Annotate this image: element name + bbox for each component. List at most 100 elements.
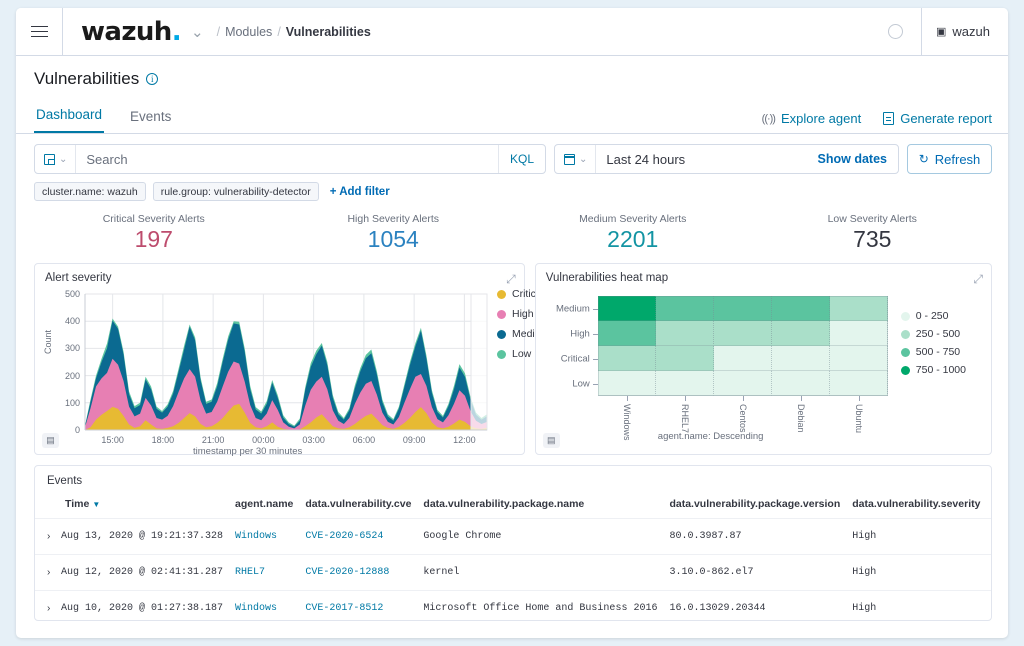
heatmap-legend-item[interactable]: 500 - 750 xyxy=(901,346,966,358)
date-range-value[interactable]: Last 24 hours xyxy=(596,152,817,167)
heatmap-cell[interactable] xyxy=(598,346,656,371)
metric-critical-severity-alerts[interactable]: Critical Severity Alerts 197 xyxy=(34,213,274,253)
expand-row-icon[interactable]: › xyxy=(47,531,50,542)
heatmap-cell[interactable] xyxy=(714,371,772,396)
filter-pill-cluster-name[interactable]: cluster.name: wazuh xyxy=(34,182,146,201)
heatmap-cell[interactable] xyxy=(830,371,888,396)
inspect-button[interactable]: ▤ xyxy=(543,433,560,448)
search-input[interactable] xyxy=(76,145,498,173)
breadcrumb-slash-2: / xyxy=(277,25,280,39)
heatmap-cell[interactable] xyxy=(772,321,830,346)
cell-cve: CVE-2020-12888 xyxy=(299,555,417,591)
top-navigation-right: ▣ wazuh xyxy=(870,8,1008,55)
cell-rule-id: 23505 xyxy=(986,591,992,622)
hamburger-menu-icon[interactable] xyxy=(16,8,62,55)
calendar-button[interactable]: ⌄ xyxy=(555,145,596,173)
cell-severity: High xyxy=(846,519,986,555)
heatmap-cell[interactable] xyxy=(830,321,888,346)
heatmap-cell[interactable] xyxy=(598,296,656,321)
heatmap-row-label: High xyxy=(536,328,590,339)
generate-report-button[interactable]: Generate report xyxy=(883,111,992,126)
agent-link[interactable]: RHEL7 xyxy=(235,567,265,578)
expand-icon[interactable]: ⤢ xyxy=(973,272,983,287)
legend-color-swatch xyxy=(497,350,506,359)
heatmap-cell[interactable] xyxy=(656,321,714,346)
metric-medium-severity-alerts[interactable]: Medium Severity Alerts 2201 xyxy=(513,213,753,253)
show-dates-button[interactable]: Show dates xyxy=(818,152,898,166)
heatmap-cell[interactable] xyxy=(656,371,714,396)
breadcrumb-modules[interactable]: Modules xyxy=(225,25,272,39)
panel-title: Alert severity xyxy=(35,264,524,284)
heatmap-cell[interactable] xyxy=(772,296,830,321)
expand-icon[interactable]: ⤢ xyxy=(506,272,516,287)
heatmap-cell[interactable] xyxy=(830,346,888,371)
column-header-time[interactable]: Time▼ xyxy=(35,494,229,519)
legend-color-swatch xyxy=(497,290,506,299)
legend-color-swatch xyxy=(497,330,506,339)
column-header-package-name[interactable]: data.vulnerability.package.name xyxy=(417,494,663,519)
metric-high-severity-alerts[interactable]: High Severity Alerts 1054 xyxy=(274,213,514,253)
tab-dashboard[interactable]: Dashboard xyxy=(34,107,104,133)
legend-label: 0 - 250 xyxy=(916,310,949,322)
user-menu-button[interactable]: ▣ wazuh xyxy=(921,8,1008,55)
heatmap-column-label: Ubuntu xyxy=(854,404,864,433)
cell-package-version: 80.0.3987.87 xyxy=(663,519,846,555)
heatmap-cell[interactable] xyxy=(656,346,714,371)
heatmap-legend-item[interactable]: 750 - 1000 xyxy=(901,364,966,376)
x-axis-tick: 15:00 xyxy=(101,435,124,445)
kql-language-button[interactable]: KQL xyxy=(498,145,545,173)
loading-ring-icon xyxy=(888,24,903,39)
wazuh-logo[interactable]: wazuh. xyxy=(63,17,185,47)
y-axis-tick: 500 xyxy=(65,289,85,299)
cve-link[interactable]: CVE-2020-6524 xyxy=(305,531,383,542)
table-row[interactable]: ›Aug 10, 2020 @ 01:27:38.187WindowsCVE-2… xyxy=(35,591,992,622)
cell-severity: High xyxy=(846,555,986,591)
expand-row-icon[interactable]: › xyxy=(47,567,50,578)
tab-events[interactable]: Events xyxy=(128,109,173,133)
document-icon xyxy=(883,112,894,125)
column-header-cve[interactable]: data.vulnerability.cve xyxy=(299,494,417,519)
breadcrumb-vulnerabilities[interactable]: Vulnerabilities xyxy=(286,25,371,39)
saved-queries-button[interactable]: ⌄ xyxy=(35,145,76,173)
heatmap-cell[interactable] xyxy=(714,346,772,371)
x-axis-tick: 06:00 xyxy=(353,435,376,445)
heatmap-legend-item[interactable]: 0 - 250 xyxy=(901,310,966,322)
legend-label: 250 - 500 xyxy=(916,328,960,340)
info-icon[interactable]: i xyxy=(146,73,158,85)
column-header-agent-name[interactable]: agent.name xyxy=(229,494,299,519)
agent-link[interactable]: Windows xyxy=(235,603,277,614)
heatmap-cell[interactable] xyxy=(714,321,772,346)
heatmap-column-label: RHEL7 xyxy=(680,404,690,433)
heatmap-row-tick xyxy=(593,309,598,310)
agent-link[interactable]: Windows xyxy=(235,531,277,542)
heatmap-cell[interactable] xyxy=(656,296,714,321)
column-header-rule-id[interactable]: rule.id xyxy=(986,494,992,519)
panel-title: Vulnerabilities heat map xyxy=(536,264,991,284)
events-table: Time▼ agent.name data.vulnerability.cve … xyxy=(35,494,992,621)
column-header-severity[interactable]: data.vulnerability.severity xyxy=(846,494,986,519)
filter-pill-rule-group[interactable]: rule.group: vulnerability-detector xyxy=(153,182,319,201)
heatmap-cell[interactable] xyxy=(598,321,656,346)
table-row[interactable]: ›Aug 12, 2020 @ 02:41:31.287RHEL7CVE-202… xyxy=(35,555,992,591)
add-filter-button[interactable]: + Add filter xyxy=(330,186,390,198)
table-row[interactable]: ›Aug 13, 2020 @ 19:21:37.328WindowsCVE-2… xyxy=(35,519,992,555)
expand-row-icon[interactable]: › xyxy=(47,603,50,614)
heatmap-legend-item[interactable]: 250 - 500 xyxy=(901,328,966,340)
heatmap-cell[interactable] xyxy=(598,371,656,396)
metrics-row: Critical Severity Alerts 197 High Severi… xyxy=(16,201,1008,253)
chevron-down-icon[interactable]: ⌄ xyxy=(185,23,212,41)
cve-link[interactable]: CVE-2020-12888 xyxy=(305,567,389,578)
metric-low-severity-alerts[interactable]: Low Severity Alerts 735 xyxy=(753,213,993,253)
heatmap-cell[interactable] xyxy=(714,296,772,321)
heatmap-cell[interactable] xyxy=(772,371,830,396)
legend-color-swatch xyxy=(901,348,910,357)
inspect-button[interactable]: ▤ xyxy=(42,433,59,448)
cve-link[interactable]: CVE-2017-8512 xyxy=(305,603,383,614)
heatmap-cell[interactable] xyxy=(772,346,830,371)
heatmap-cell[interactable] xyxy=(830,296,888,321)
events-table-body: ›Aug 13, 2020 @ 19:21:37.328WindowsCVE-2… xyxy=(35,519,992,622)
x-axis-tick: 00:00 xyxy=(252,435,275,445)
column-header-package-version[interactable]: data.vulnerability.package.version xyxy=(663,494,846,519)
refresh-button[interactable]: ↻ Refresh xyxy=(907,144,992,174)
explore-agent-button[interactable]: ((·)) Explore agent xyxy=(762,111,862,126)
